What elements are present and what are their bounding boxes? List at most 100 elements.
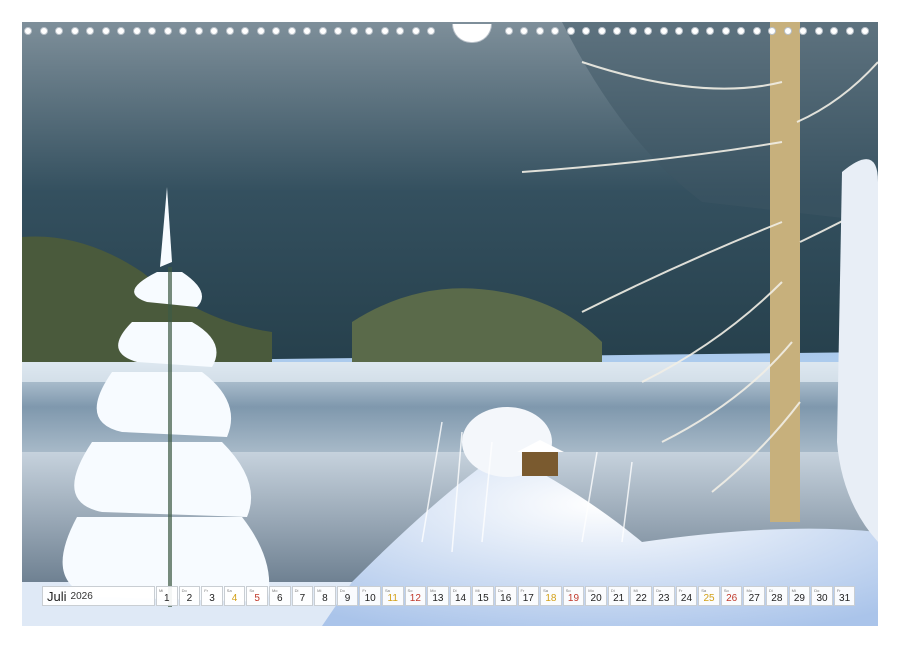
weekday-abbrev: Di [769,588,773,593]
day-cell: Mi 22 [630,586,653,606]
winter-lake-photo [22,22,878,626]
day-cell: Mo 13 [427,586,449,606]
day-number: 19 [567,593,580,604]
day-number: 18 [545,593,557,604]
day-number: 14 [454,593,467,604]
binding-hole [597,27,606,35]
day-cell: Mo 27 [743,586,766,606]
day-cell: So 5 [246,586,268,606]
weekday-abbrev: Sa [701,588,707,593]
weekday-abbrev: Sa [543,588,548,593]
binding-hole [737,27,745,35]
day-number: 23 [658,593,670,604]
binding-hole [768,27,776,35]
binding-hole [845,27,854,35]
binding-hole [318,27,327,35]
weekday-abbrev: Do [181,588,187,593]
day-cell: Fr 24 [675,586,698,606]
day-cell: Di 21 [607,586,630,606]
day-number: 20 [590,593,602,604]
day-cell: Mi 29 [788,586,811,606]
day-cell: Di 14 [449,586,472,606]
binding-hole [566,27,575,35]
binding-hole [55,27,63,35]
weekday-abbrev: Di [610,588,615,593]
day-number: 17 [522,593,534,604]
day-number: 22 [635,593,647,604]
binding-hole [287,27,296,35]
binding-hole [582,27,590,35]
day-number: 4 [231,593,238,604]
day-cell: Mo 20 [585,586,607,606]
day-cell: Sa 18 [540,586,562,606]
binding-hole [799,27,807,35]
binding-hole [117,27,125,35]
weekday-abbrev: Mi [633,588,638,593]
day-cell: Fr 31 [833,586,856,606]
binding-hole [70,27,79,35]
day-number: 30 [816,593,828,604]
weekday-abbrev: Mi [475,588,480,593]
weekday-abbrev: Fr [520,588,525,593]
binding-hole [628,27,637,35]
weekday-abbrev: Fr [836,588,841,593]
day-number: 31 [839,593,851,604]
day-number: 6 [276,593,283,604]
binding-hole [690,27,699,35]
day-number: 5 [254,593,260,604]
day-number: 16 [500,593,512,604]
weekday-abbrev: So [249,588,255,593]
binding-hole [535,27,544,35]
day-cell: Mi 1 [156,586,178,606]
weekday-abbrev: Do [339,588,345,593]
day-number: 27 [748,593,760,604]
binding-hole [194,27,203,35]
day-cell: So 19 [562,586,585,606]
weekday-abbrev: So [723,588,729,593]
binding-hole [783,27,792,35]
day-cell: Do 30 [811,586,833,606]
binding-hole [504,27,513,35]
day-cell: So 26 [720,586,743,606]
binding-hole [349,27,358,35]
binding-hole [752,27,761,35]
binding-hole [861,27,869,35]
day-number: 21 [613,593,625,604]
day-cell: Mo 6 [268,586,291,606]
binding-hole [179,27,187,35]
day-number: 10 [364,593,376,604]
day-cell: Do 9 [336,586,359,606]
weekday-abbrev: Do [656,588,662,593]
day-cell: Mi 8 [314,586,336,606]
binding-hole [830,27,838,35]
day-number: 3 [209,593,215,604]
weekday-abbrev: So [407,588,413,593]
weekday-abbrev: Do [814,588,820,593]
binding-hole [225,27,234,35]
weekday-abbrev: Sa [226,588,232,593]
day-number: 15 [477,593,489,604]
binding-hole [272,27,280,35]
day-number: 12 [409,593,421,604]
binding-hole [659,27,668,35]
calendar-page [22,22,878,626]
binding-hole [256,27,265,35]
day-number: 2 [186,593,193,604]
day-number: 26 [726,593,738,604]
day-cell: Sa 11 [381,586,404,606]
binding-hole [644,27,652,35]
day-number: 8 [322,593,328,604]
binding-hole [148,27,156,35]
day-number: 11 [387,593,398,604]
calendar-strip: Juli 2026 Mi 1 Do 2 Fr 3 Sa 4 So 5 Mo 6 Di 7 Mi 8 Do 9 Fr 1… [42,586,857,606]
day-number: 29 [793,593,805,604]
year: 2026 [70,590,93,602]
day-cells: Mi 1 Do 2 Fr 3 Sa 4 So 5 Mo 6 Di 7 Mi 8 Do 9 Fr 10 Sa 11 So 12 M… [156,586,856,606]
day-cell: Do 23 [653,586,675,606]
binding-hole [303,27,311,35]
binding-hole [613,27,621,35]
weekday-abbrev: Mi [791,588,796,593]
day-number: 1 [164,593,170,604]
spiral-binding [22,24,878,43]
weekday-abbrev: Mo [746,588,752,593]
